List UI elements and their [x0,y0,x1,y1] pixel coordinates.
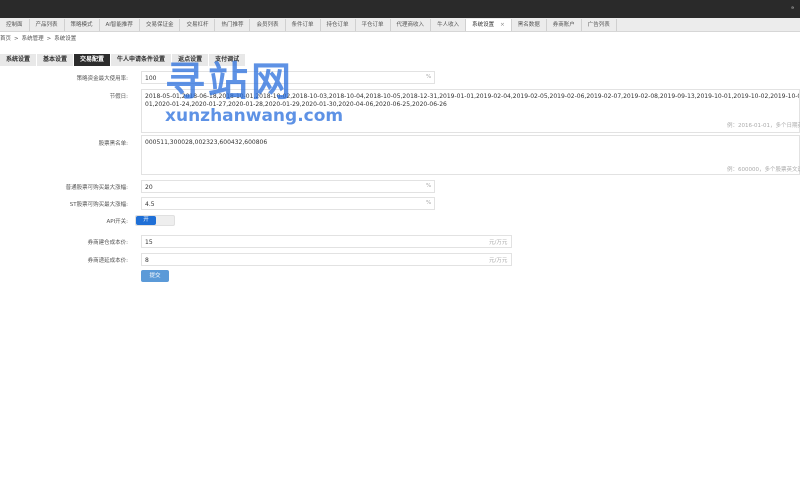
page-tabs: 控制面 产品列表 策略模式 AI智能推荐 交易保证金 交易杠杆 热门推荐 会员列表 条件订单 持仓… [0,18,800,32]
tab-8[interactable]: 条件订单 [286,19,321,31]
tab-close-icon[interactable]: × [500,22,505,28]
tab-label: 条件订单 [291,22,314,28]
api-switch-knob: 开 [136,216,156,225]
tab-14[interactable]: 黑名数据 [512,19,547,31]
tab-1[interactable]: 产品列表 [30,19,65,31]
tab-5[interactable]: 交易杠杆 [180,19,216,31]
tab-label: 策略模式 [70,22,93,28]
subtab-4[interactable]: 返点设置 [172,54,210,66]
tab-16[interactable]: 广告列表 [582,19,617,31]
holidays-label: 节假日: [109,94,128,100]
tab-label: 牛人收入 [437,22,460,28]
max-use-rate-input[interactable]: 100 [141,71,435,84]
max-use-rate-unit: % [426,74,432,80]
broker-renew-cost-label: 券商递延成本价: [87,258,128,264]
top-bar: ᵃ [0,0,800,18]
tab-label: 交易杠杆 [186,22,209,28]
tab-3[interactable]: AI智能推荐 [100,19,140,31]
breadcrumb-separator: > [14,36,19,42]
tab-label: 控制面 [6,22,23,28]
tab-label: 交易保证金 [145,22,174,28]
subtab-2[interactable]: 交易配置 [74,54,112,66]
tab-7[interactable]: 会员列表 [250,19,286,31]
api-switch-label: API开关: [106,219,128,225]
tab-label: 平仓订单 [361,22,384,28]
holidays-text-line-2: 01,2020-01-24,2020-01-27,2020-01-28,2020… [145,101,447,108]
stock-blacklist-label: 股票黑名单: [98,141,128,147]
submit-button[interactable]: 提交 [141,270,169,282]
subtab-0[interactable]: 系统设置 [0,54,38,66]
st-max-gain-label: ST股票可购买最大涨幅: [69,202,128,208]
st-max-gain-input[interactable]: 4.5 [141,197,435,210]
stock-blacklist-hint: 例：600000，多个股票英文逗号 [727,167,800,173]
tab-9[interactable]: 持仓订单 [321,19,356,31]
breadcrumb-system-management[interactable]: 系统管理 [22,36,44,42]
broker-open-cost-unit: 元/万元 [489,240,508,246]
tab-label: 代理商收入 [396,22,425,28]
breadcrumb-home[interactable]: 首页 [0,36,11,42]
holidays-textarea[interactable]: 2018-05-01,2018-06-18,2018-10-01,2018-10… [141,89,800,133]
tab-0[interactable]: 控制面 [0,19,30,31]
top-bar-mark: ᵃ [791,5,794,13]
tab-label: 会员列表 [256,22,279,28]
holidays-text-line-1: 2018-05-01,2018-06-18,2018-10-01,2018-10… [145,93,799,100]
api-switch-toggle[interactable]: 开 [135,215,175,226]
normal-max-gain-input[interactable]: 20 [141,180,435,193]
settings-subtabs: 系统设置 基本设置 交易配置 牛人申请条件设置 返点设置 支付调试 [0,54,247,66]
subtab-1[interactable]: 基本设置 [37,54,75,66]
subtab-5[interactable]: 支付调试 [209,54,247,66]
tab-10[interactable]: 平仓订单 [356,19,391,31]
tab-label: 热门推荐 [221,22,244,28]
broker-renew-cost-unit: 元/万元 [489,258,508,264]
subtab-3[interactable]: 牛人申请条件设置 [111,54,173,66]
tab-label: 黑名数据 [517,22,540,28]
tab-6[interactable]: 热门推荐 [215,19,251,31]
breadcrumb-system-settings: 系统设置 [54,36,77,42]
tab-label: 广告列表 [587,22,610,28]
tab-label: 券商账户 [552,22,575,28]
tab-12[interactable]: 牛人收入 [431,19,467,31]
stock-blacklist-value: 000511,300028,002323,600432,600806 [145,139,268,146]
holidays-hint: 例：2016-01-01，多个日期英文逗号 [727,123,800,129]
tab-4[interactable]: 交易保证金 [140,19,181,31]
tab-label: 产品列表 [35,22,58,28]
tab-label: 持仓订单 [326,22,349,28]
tab-2[interactable]: 策略模式 [65,19,100,31]
tab-11[interactable]: 代理商收入 [391,19,432,31]
breadcrumb-separator: > [46,36,52,42]
normal-max-gain-label: 普通股票可购买最大涨幅: [65,185,128,191]
tab-label: AI智能推荐 [105,22,133,28]
normal-max-gain-unit: % [426,183,432,189]
broker-renew-cost-input[interactable]: 8 [141,253,512,266]
tab-15[interactable]: 券商账户 [547,19,582,31]
breadcrumb: 首页 > 系统管理 > 系统设置 [0,34,76,44]
stock-blacklist-textarea[interactable]: 000511,300028,002323,600432,600806 [141,135,800,175]
broker-open-cost-label: 券商建仓成本价: [87,240,128,246]
tab-13[interactable]: 系统设置 × [466,19,512,31]
max-use-rate-label: 策略资金最大使用率: [76,76,128,82]
st-max-gain-unit: % [426,200,432,206]
tab-label: 系统设置 [472,22,495,28]
broker-open-cost-input[interactable]: 15 [141,235,512,248]
